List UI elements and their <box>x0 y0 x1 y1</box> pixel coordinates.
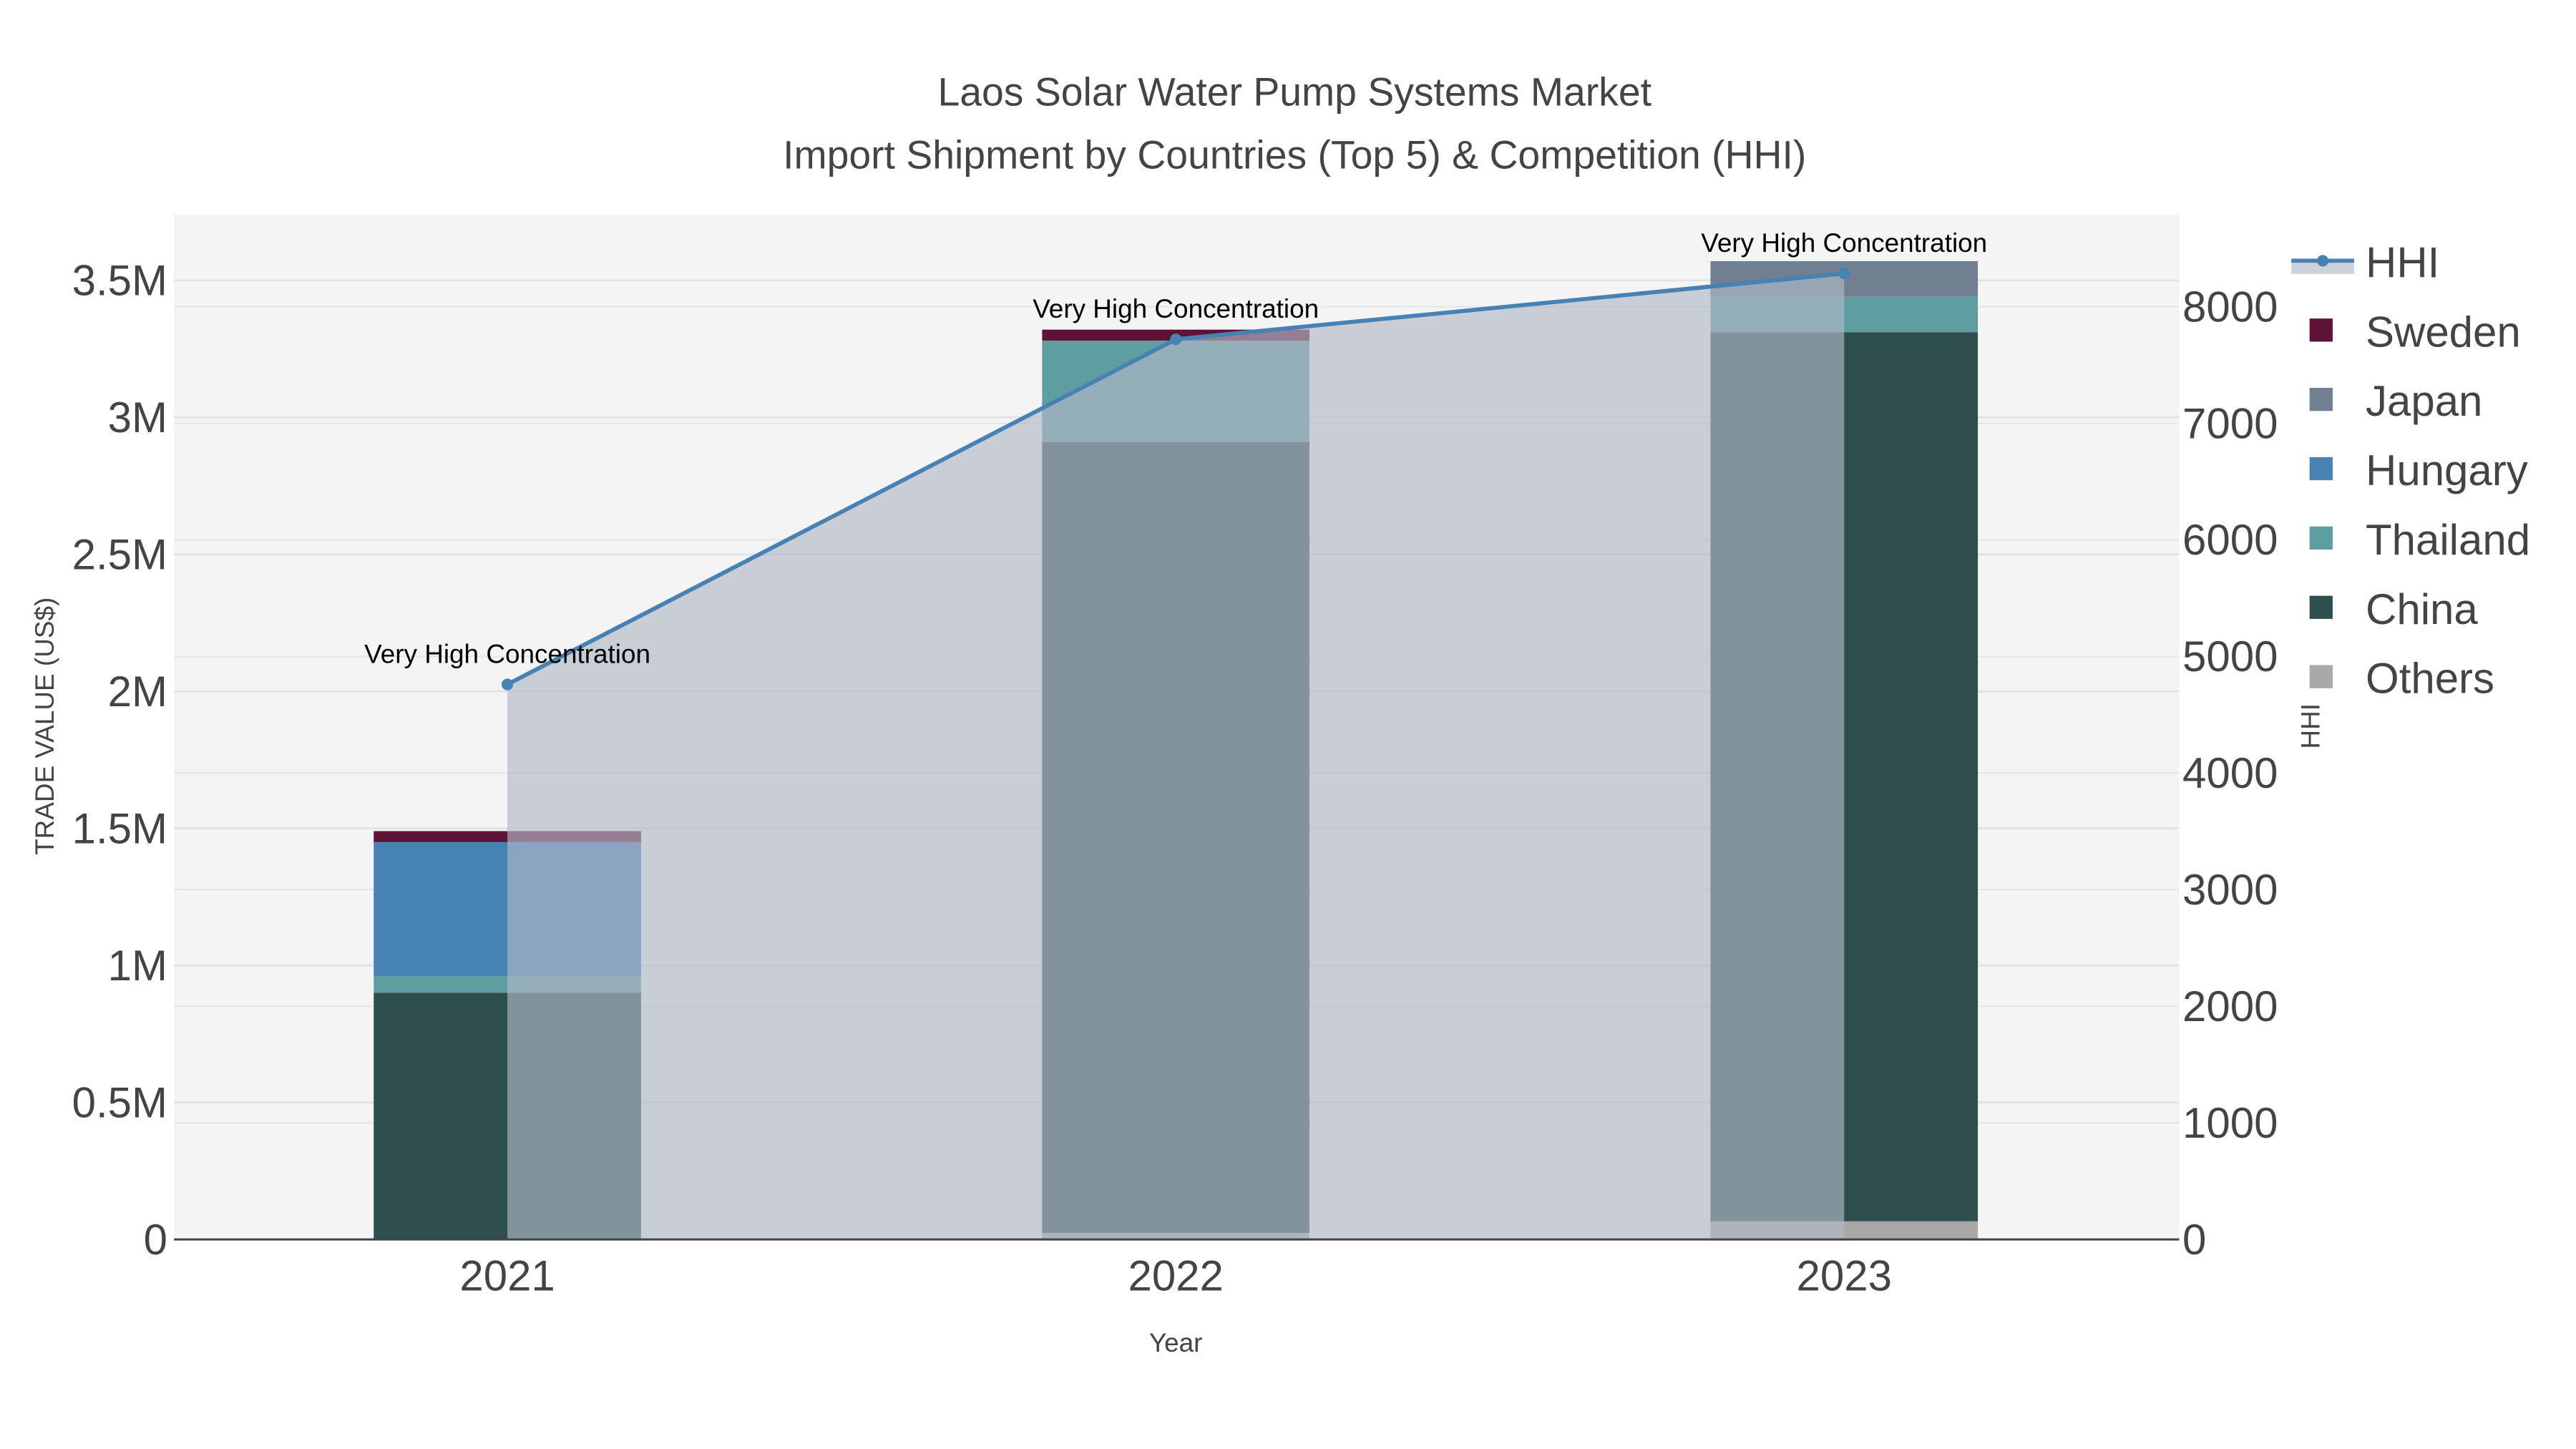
y2-axis-label: HHI <box>2296 703 2325 749</box>
y2-tick-label: 7000 <box>2182 399 2278 447</box>
legend-swatch-others <box>2309 665 2333 688</box>
legend-label-hhi: HHI <box>2366 238 2439 286</box>
y-tick-label: 2.5M <box>72 530 167 578</box>
y2-axis-ticks: 0 1000 2000 3000 4000 5000 6000 7000 8000 <box>2182 283 2278 1264</box>
chart: Laos Solar Water Pump Systems Market Imp… <box>1 0 2575 1449</box>
y2-tick-label: 6000 <box>2182 516 2278 564</box>
legend-swatch-thailand <box>2309 526 2333 550</box>
hhi-point <box>1170 333 1182 346</box>
hhi-annotation: Very High Concentration <box>364 640 650 669</box>
legend-label-others: Others <box>2366 655 2494 703</box>
legend-label-hungary: Hungary <box>2366 447 2528 494</box>
y2-tick-label: 8000 <box>2182 283 2278 331</box>
y-tick-label: 3M <box>108 394 167 441</box>
x-tick-label: 2023 <box>1797 1252 1892 1300</box>
hhi-annotation: Very High Concentration <box>1701 228 1987 258</box>
x-axis-label: Year <box>1149 1328 1203 1357</box>
legend-hhi-marker-icon <box>2317 255 2329 267</box>
y2-tick-label: 3000 <box>2182 866 2278 914</box>
y-tick-label: 3.5M <box>72 256 167 304</box>
hhi-point <box>1838 268 1850 280</box>
hhi-point <box>502 678 514 691</box>
legend-swatch-japan <box>2309 387 2333 411</box>
chart-subtitle: Import Shipment by Countries (Top 5) & C… <box>783 132 1806 177</box>
y2-tick-label: 1000 <box>2182 1099 2278 1147</box>
legend-label-china: China <box>2366 585 2478 633</box>
y2-tick-label: 2000 <box>2182 982 2278 1030</box>
y-tick-label: 0.5M <box>72 1078 167 1126</box>
x-tick-label: 2022 <box>1128 1252 1223 1300</box>
y2-tick-label: 5000 <box>2182 633 2278 680</box>
chart-title: Laos Solar Water Pump Systems Market <box>937 70 1652 114</box>
legend-label-thailand: Thailand <box>2366 516 2530 564</box>
y-axis-label: TRADE VALUE (US$) <box>30 597 59 855</box>
hhi-annotation: Very High Concentration <box>1033 294 1319 323</box>
legend-swatch-sweden <box>2309 318 2333 342</box>
legend-label-sweden: Sweden <box>2366 308 2521 356</box>
legend-label-japan: Japan <box>2366 377 2482 425</box>
legend-swatch-china <box>2309 595 2333 619</box>
y-tick-label: 0 <box>144 1216 167 1264</box>
y2-tick-label: 0 <box>2182 1216 2206 1264</box>
y-tick-label: 1.5M <box>72 804 167 852</box>
y-tick-label: 1M <box>108 942 167 990</box>
legend-swatch-hungary <box>2309 457 2333 481</box>
y-tick-label: 2M <box>108 668 167 716</box>
y2-tick-label: 4000 <box>2182 749 2278 797</box>
x-tick-label: 2021 <box>459 1252 555 1300</box>
